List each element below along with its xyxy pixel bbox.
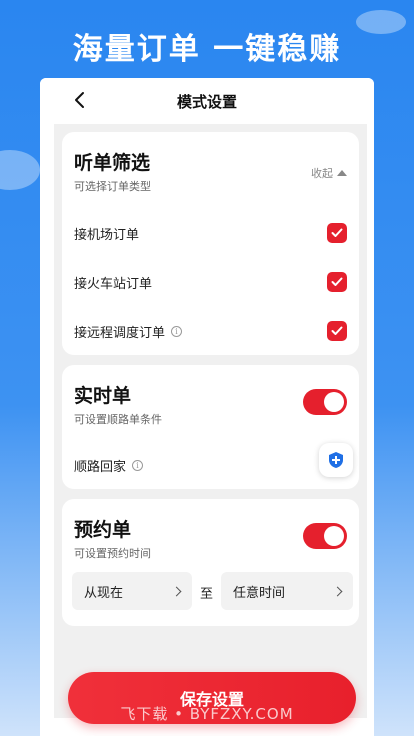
realtime-title: 实时单 [74,385,132,407]
chevron-right-icon [332,586,343,596]
train-station-checkbox[interactable] [327,272,347,292]
back-button[interactable] [68,88,92,112]
option-label: 接火车站订单 [74,277,153,292]
realtime-toggle[interactable] [303,389,347,415]
route-home-label: 顺路回家 [74,460,127,475]
option-airport-label: 接机场订单 [74,224,139,243]
collapse-label: 收起 [311,167,333,180]
collapse-button[interactable]: 收起 [311,165,347,181]
option-train-label: 接火车站订单 [74,273,152,292]
nav-bar: 模式设置 [40,78,374,124]
settings-content: 听单筛选 可选择订单类型 收起 接机场订单 接火车站订单 接远程调度订单 i 实… [54,124,367,718]
page-title: 模式设置 [176,92,237,111]
reserve-title: 预约单 [74,519,132,541]
realtime-subtitle: 可设置顺路单条件 [74,413,162,426]
info-icon[interactable]: i [171,326,183,337]
reservation-toggle[interactable] [303,523,347,549]
phone-screen: 模式设置 听单筛选 可选择订单类型 收起 接机场订单 接火车站订单 接远程调度订… [40,78,374,736]
end-time-selector[interactable]: 任意时间 [221,572,353,610]
info-icon[interactable]: i [132,460,144,471]
time-range-separator: 至 [200,587,214,602]
check-icon [331,228,343,237]
reserve-subtitle: 可设置预约时间 [74,547,151,560]
check-icon [331,326,343,335]
safety-shield-button[interactable] [319,443,353,477]
option-remote-label: 接远程调度订单 i [74,322,183,341]
reservation-order-card: 预约单 可设置预约时间 从现在 至 任意时间 [62,499,359,626]
banner-title: 海量订单 一键稳赚 [72,32,342,67]
toggle-knob [324,526,344,546]
airport-checkbox[interactable] [327,223,347,243]
option-label: 接远程调度订单 [74,326,166,341]
filter-subtitle: 可选择订单类型 [74,180,151,193]
shield-icon [329,452,343,468]
option-label: 接机场订单 [74,228,140,243]
toggle-knob [324,392,344,412]
filter-title: 听单筛选 [74,152,151,174]
cloud-decoration [0,150,40,190]
watermark: 飞下载 • BYFZXY.COM [120,705,294,723]
triangle-up-icon [337,170,347,176]
chevron-right-icon [171,586,182,596]
chevron-left-icon [75,92,84,108]
remote-dispatch-checkbox[interactable] [327,321,347,341]
start-time-selector[interactable]: 从现在 [72,572,192,610]
end-time-label: 任意时间 [233,585,286,601]
start-time-label: 从现在 [84,585,124,601]
order-filter-card: 听单筛选 可选择订单类型 收起 接机场订单 接火车站订单 接远程调度订单 i [62,132,359,355]
route-home-row: 顺路回家 i [74,456,144,475]
realtime-order-card: 实时单 可设置顺路单条件 顺路回家 i [62,365,359,489]
check-icon [331,277,343,286]
